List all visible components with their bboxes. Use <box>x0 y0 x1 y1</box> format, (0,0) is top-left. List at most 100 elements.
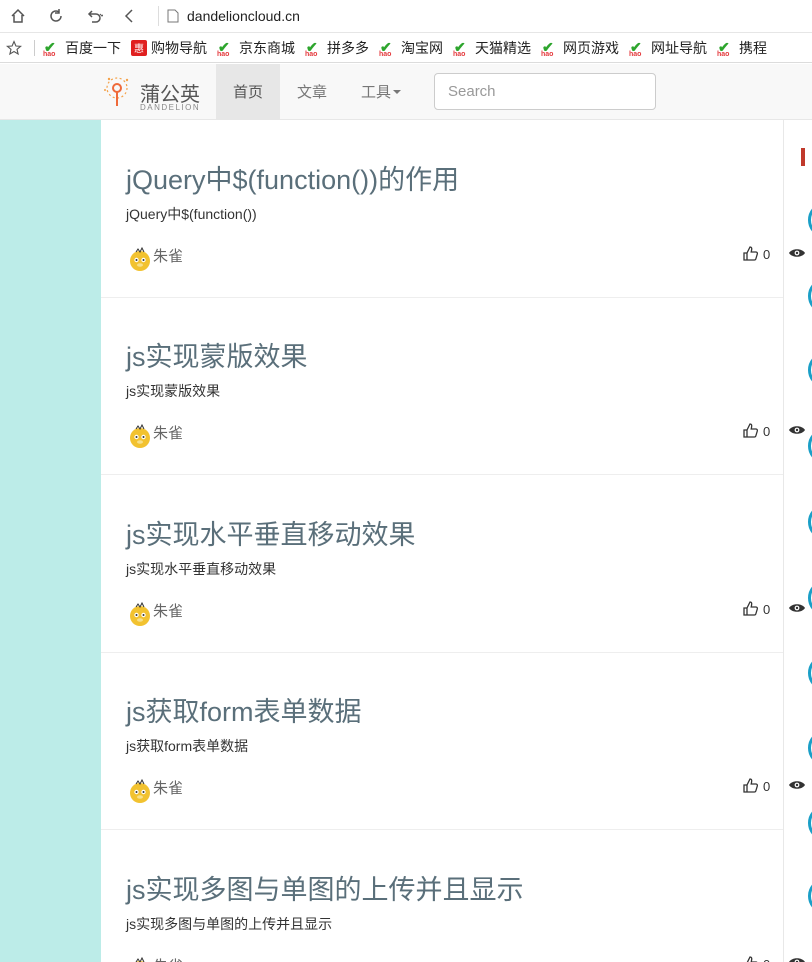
tab-articles[interactable]: 文章 <box>280 64 344 119</box>
sidebar-avatar[interactable] <box>808 805 812 841</box>
tab-home[interactable]: 首页 <box>216 64 280 119</box>
bookmarks-divider <box>34 39 35 56</box>
eye-icon <box>789 958 805 962</box>
eye-icon <box>789 781 805 789</box>
bookmark-label: 购物导航 <box>151 39 207 56</box>
thumbs-up-icon <box>743 423 759 438</box>
bookmark-label: 百度一下 <box>65 39 121 56</box>
bookmark-item[interactable]: ✔ hao 网址导航 <box>629 38 707 58</box>
browser-toolbar: dandelioncloud.cn <box>0 0 812 33</box>
hao-check-icon: ✔ hao <box>541 38 554 58</box>
like-count: 0 <box>763 957 770 962</box>
tab-label: 首页 <box>232 84 263 101</box>
url-text: dandelioncloud.cn <box>187 8 300 24</box>
article-title[interactable]: js实现水平垂直移动效果 <box>126 513 416 552</box>
author-avatar-icon[interactable] <box>127 601 153 627</box>
like-count: 0 <box>763 602 771 617</box>
bookmark-item[interactable]: 惠 购物导航 <box>131 38 207 58</box>
dandelion-logo-icon <box>104 77 129 106</box>
sidebar-avatar[interactable] <box>808 730 812 766</box>
article-item: js实现多图与单图的上传并且显示 js实现多图与单图的上传并且显示 朱雀 0 <box>101 830 783 962</box>
eye-icon <box>789 426 805 434</box>
thumbs-up-icon <box>743 246 759 261</box>
url-separator <box>158 6 159 26</box>
search-input[interactable] <box>434 73 656 110</box>
article-list: jQuery中$(function())的作用 jQuery中$(functio… <box>101 120 783 962</box>
site-navbar: 蒲公英 DANDELION 首页 文章 工具 <box>0 64 812 120</box>
author-name[interactable]: 朱雀 <box>153 422 183 443</box>
logo[interactable]: 蒲公英 DANDELION <box>100 70 210 114</box>
like-count: 0 <box>763 424 771 439</box>
author-name[interactable]: 朱雀 <box>153 777 183 798</box>
author-name[interactable]: 朱雀 <box>153 245 183 266</box>
bookmark-label: 网址导航 <box>651 39 707 56</box>
bookmark-label: 京东商城 <box>239 39 295 56</box>
eye-icon <box>789 249 805 257</box>
bookmark-item[interactable]: ✔ hao 网页游戏 <box>541 38 619 58</box>
like-button[interactable]: 0 <box>742 422 770 439</box>
sidebar-avatar[interactable] <box>808 580 812 616</box>
bookmark-label: 淘宝网 <box>401 39 443 56</box>
bookmark-label: 天猫精选 <box>475 39 531 56</box>
article-title[interactable]: js获取form表单数据 <box>126 690 362 729</box>
star-icon[interactable] <box>0 39 28 56</box>
article-description: jQuery中$(function()) <box>126 206 257 222</box>
hao-check-icon: ✔ hao <box>379 38 392 58</box>
tab-label: 文章 <box>296 84 327 101</box>
bookmark-item[interactable]: ✔ hao 百度一下 <box>43 38 121 58</box>
article-title[interactable]: js实现蒙版效果 <box>126 335 308 374</box>
hao-check-icon: ✔ hao <box>717 38 730 58</box>
article-description: js实现多图与单图的上传并且显示 <box>126 916 333 932</box>
author-name[interactable]: 朱雀 <box>153 600 183 621</box>
bookmark-item[interactable]: ✔ hao 天猫精选 <box>453 38 531 58</box>
undo-icon[interactable] <box>80 2 108 30</box>
article-title[interactable]: js实现多图与单图的上传并且显示 <box>126 868 524 907</box>
tab-tools-dropdown[interactable]: 工具 <box>344 64 418 119</box>
author-avatar-icon[interactable] <box>127 423 153 449</box>
bookmark-label: 拼多多 <box>327 39 369 56</box>
article-item: js实现水平垂直移动效果 js实现水平垂直移动效果 朱雀 0 <box>101 475 783 653</box>
tab-label: 工具 <box>360 84 391 101</box>
sidebar-avatar[interactable] <box>808 504 812 540</box>
like-count: 0 <box>763 779 771 794</box>
sidebar-avatar[interactable] <box>808 278 812 314</box>
eye-icon <box>789 604 805 612</box>
hao-check-icon: ✔ hao <box>43 38 56 58</box>
left-background-band <box>0 120 101 962</box>
hao-check-icon: ✔ hao <box>629 38 642 58</box>
reload-icon[interactable] <box>42 2 70 30</box>
logo-subtitle: DANDELION <box>140 103 201 112</box>
hao-check-icon: ✔ hao <box>305 38 318 58</box>
like-button[interactable]: 0 <box>742 777 770 794</box>
like-button[interactable]: 0 <box>742 600 770 617</box>
home-icon[interactable] <box>4 2 32 30</box>
like-button[interactable]: 0 <box>742 245 770 262</box>
author-avatar-icon[interactable] <box>127 778 153 804</box>
article-item: js实现蒙版效果 js实现蒙版效果 朱雀 0 <box>101 297 783 475</box>
sidebar-avatar[interactable] <box>808 428 812 464</box>
sidebar-avatar[interactable] <box>808 878 812 914</box>
bookmark-item[interactable]: ✔ hao 拼多多 <box>305 38 369 58</box>
like-button[interactable]: 0 <box>742 955 770 962</box>
author-name[interactable]: 朱雀 <box>153 955 183 962</box>
thumbs-up-icon <box>746 956 758 962</box>
hao-check-icon: ✔ hao <box>217 38 230 58</box>
sidebar-avatar[interactable] <box>808 352 812 388</box>
sidebar-avatar[interactable] <box>808 655 812 691</box>
address-field[interactable]: dandelioncloud.cn <box>167 8 300 24</box>
bookmark-label: 网页游戏 <box>563 39 619 56</box>
bookmark-item[interactable]: ✔ hao 京东商城 <box>217 38 295 58</box>
sidebar-avatar[interactable] <box>808 202 812 238</box>
bookmark-item[interactable]: ✔ hao 携程 <box>717 38 767 58</box>
page-icon <box>167 9 179 23</box>
bookmark-item[interactable]: ✔ hao 淘宝网 <box>379 38 443 58</box>
author-avatar-icon[interactable] <box>127 956 153 962</box>
right-sidebar <box>784 120 812 962</box>
hui-icon: 惠 <box>131 39 147 56</box>
thumbs-up-icon <box>743 778 759 793</box>
bookmark-label: 携程 <box>739 39 767 56</box>
author-avatar-icon[interactable] <box>127 246 153 272</box>
hao-check-icon: ✔ hao <box>453 38 466 58</box>
article-title[interactable]: jQuery中$(function())的作用 <box>126 158 459 197</box>
back-icon[interactable] <box>116 2 144 30</box>
